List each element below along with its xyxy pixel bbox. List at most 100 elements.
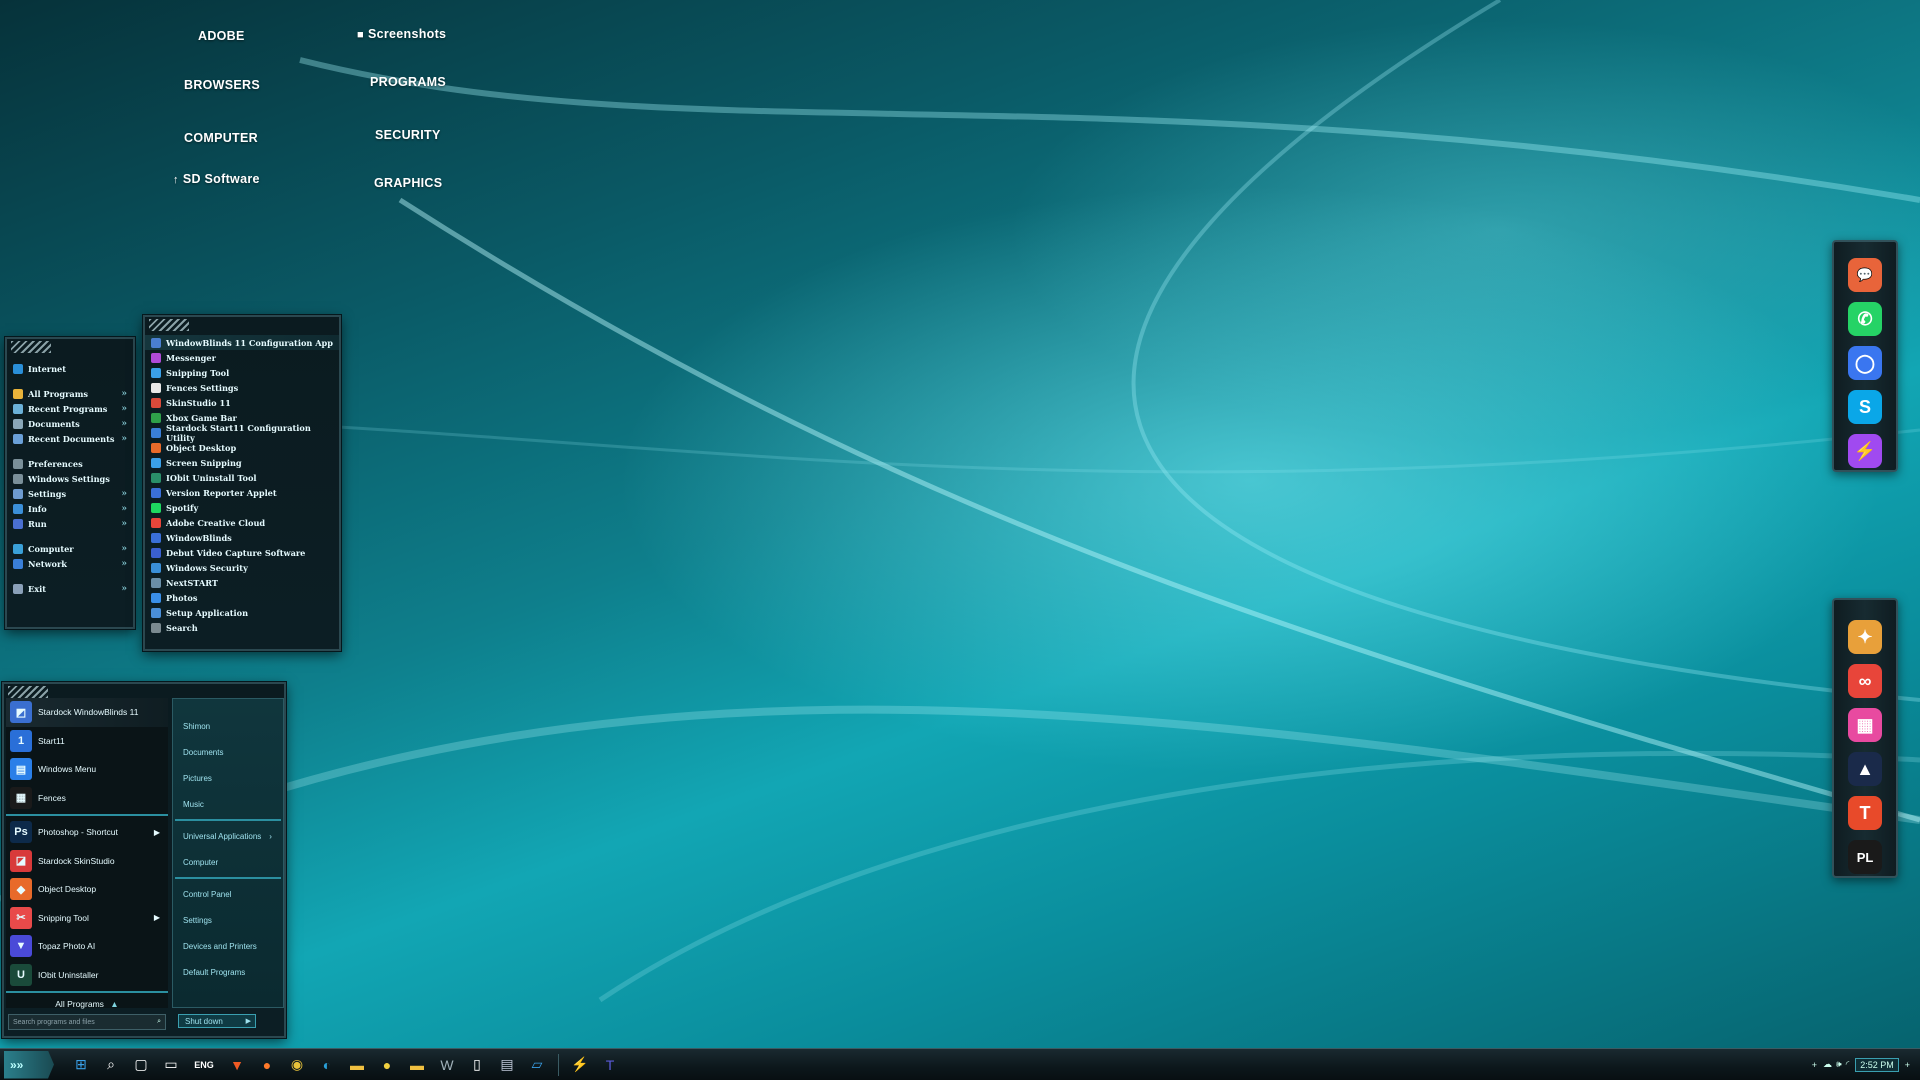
program-item-photos[interactable]: Photos	[145, 590, 339, 605]
paint-icon[interactable]: ●	[375, 1053, 399, 1077]
program-item-version-reporter-applet[interactable]: Version Reporter Applet	[145, 485, 339, 500]
program-item-adobe-creative-cloud[interactable]: Adobe Creative Cloud	[145, 515, 339, 530]
desktop-label-programs[interactable]: PROGRAMS	[370, 75, 446, 89]
film-icon[interactable]: ▤	[495, 1053, 519, 1077]
program-item-stardock-start11-configuration-utility[interactable]: Stardock Start11 Configuration Utility	[145, 423, 339, 443]
program-item-search[interactable]: Search	[145, 620, 339, 635]
start-item-windows-menu[interactable]: ▤ Windows Menu	[6, 755, 168, 784]
skype-icon[interactable]: S	[1848, 390, 1882, 424]
chrome-icon[interactable]: ◉	[285, 1053, 309, 1077]
task-view-icon[interactable]: ▢	[129, 1053, 153, 1077]
firefox-icon[interactable]: ●	[255, 1053, 279, 1077]
messenger-taskbar-icon[interactable]: ⚡	[568, 1053, 592, 1077]
program-item-windowblinds-11-configuration-app[interactable]: WindowBlinds 11 Configuration App	[145, 335, 339, 350]
program-item-debut-video-capture-software[interactable]: Debut Video Capture Software	[145, 545, 339, 560]
edge-icon[interactable]: ◐	[315, 1053, 339, 1077]
topaz-icon[interactable]: T	[1848, 796, 1882, 830]
folder-icon[interactable]: ▬	[405, 1053, 429, 1077]
wifi-icon[interactable]: ◜	[1846, 1059, 1850, 1070]
start-button[interactable]: »»	[4, 1050, 54, 1079]
teams-icon[interactable]: T	[598, 1053, 622, 1077]
start-right-item-universal-applications[interactable]: Universal Applications ›	[173, 823, 283, 849]
start-item-topaz-photo-ai[interactable]: ▼ Topaz Photo AI	[6, 932, 168, 961]
quick-menu-item-exit[interactable]: Exit »	[7, 581, 133, 596]
tray-expand-icon[interactable]: +	[1812, 1060, 1817, 1070]
all-programs-button[interactable]: All Programs ▲	[6, 999, 168, 1009]
program-item-nextstart[interactable]: NextSTART	[145, 575, 339, 590]
brave-icon[interactable]: ▼	[225, 1053, 249, 1077]
program-item-windowblinds[interactable]: WindowBlinds	[145, 530, 339, 545]
desktop-label-graphics[interactable]: GRAPHICS	[374, 176, 442, 190]
search-input[interactable]: Search programs and files ⌕	[8, 1014, 166, 1030]
program-item-screen-snipping[interactable]: Screen Snipping	[145, 455, 339, 470]
desktop-label-screenshots[interactable]: ■ Screenshots	[357, 27, 446, 41]
start-right-item-control-panel[interactable]: Control Panel	[173, 881, 283, 907]
shutdown-button[interactable]: Shut down ▶	[178, 1014, 256, 1028]
pinwheel-icon[interactable]: ✦	[1848, 620, 1882, 654]
quick-menu-item-run[interactable]: Run »	[7, 516, 133, 531]
quick-menu-item-recent-documents[interactable]: Recent Documents »	[7, 431, 133, 446]
desktop-label-adobe[interactable]: ADOBE	[198, 29, 245, 43]
start-right-item-shimon[interactable]: Shimon	[173, 713, 283, 739]
start-right-item-music[interactable]: Music	[173, 791, 283, 817]
desktop-label-computer[interactable]: COMPUTER	[184, 131, 258, 145]
start-right-item-documents[interactable]: Documents	[173, 739, 283, 765]
search-icon[interactable]: ⌕	[99, 1053, 123, 1077]
app-grid-icon[interactable]: ▦	[1848, 708, 1882, 742]
desktop-label-sd-software[interactable]: ↑ SD Software	[173, 172, 260, 186]
affinity-icon[interactable]: ▲	[1848, 752, 1882, 786]
program-item-spotify[interactable]: Spotify	[145, 500, 339, 515]
notepad-icon[interactable]: ▯	[465, 1053, 489, 1077]
messenger-icon[interactable]: ⚡	[1848, 434, 1882, 468]
whatsapp-icon[interactable]: ✆	[1848, 302, 1882, 336]
desktop-label-security[interactable]: SECURITY	[375, 128, 441, 142]
quick-menu-item-windows-settings[interactable]: Windows Settings	[7, 471, 133, 486]
start-item-iobit-uninstaller[interactable]: U IObit Uninstaller	[6, 961, 168, 990]
windows-start-icon[interactable]: ⊞	[69, 1053, 93, 1077]
start-right-item-default-programs[interactable]: Default Programs	[173, 959, 283, 985]
program-item-skinstudio-11[interactable]: SkinStudio 11	[145, 395, 339, 410]
program-item-fences-settings[interactable]: Fences Settings	[145, 380, 339, 395]
chat-bubbles-icon[interactable]: 💬	[1848, 258, 1882, 292]
language-indicator[interactable]: ENG	[189, 1053, 219, 1077]
clock[interactable]: 2:52 PM	[1855, 1057, 1899, 1072]
start-item-start11[interactable]: 1 Start11	[6, 727, 168, 756]
volume-icon[interactable]: 🕪	[1836, 1059, 1842, 1070]
start-item-stardock-skinstudio[interactable]: ◪ Stardock SkinStudio	[6, 847, 168, 876]
start-item-snipping-tool[interactable]: ✂ Snipping Tool ▶	[6, 904, 168, 933]
chat-icon[interactable]: ▭	[159, 1053, 183, 1077]
program-item-windows-security[interactable]: Windows Security	[145, 560, 339, 575]
signal-icon[interactable]: ◯	[1848, 346, 1882, 380]
start-right-item-settings[interactable]: Settings	[173, 907, 283, 933]
program-item-iobit-uninstall-tool[interactable]: IObit Uninstall Tool	[145, 470, 339, 485]
program-item-setup-application[interactable]: Setup Application	[145, 605, 339, 620]
start-right-item-pictures[interactable]: Pictures	[173, 765, 283, 791]
quick-menu-item-internet[interactable]: Internet	[7, 361, 133, 376]
start-item-object-desktop[interactable]: ◆ Object Desktop	[6, 875, 168, 904]
start-right-item-computer[interactable]: Computer	[173, 849, 283, 875]
quick-menu-item-preferences[interactable]: Preferences	[7, 456, 133, 471]
quick-menu-item-computer[interactable]: Computer »	[7, 541, 133, 556]
file-explorer-icon[interactable]: ▬	[345, 1053, 369, 1077]
system-tray: + ☁ 🕪 ◜ 2:52 PM +	[1812, 1057, 1910, 1072]
quick-menu-item-settings[interactable]: Settings »	[7, 486, 133, 501]
quick-menu-item-recent-programs[interactable]: Recent Programs »	[7, 401, 133, 416]
start-item-stardock-windowblinds-11[interactable]: ◩ Stardock WindowBlinds 11	[6, 698, 168, 727]
program-item-messenger[interactable]: Messenger	[145, 350, 339, 365]
desktop-label-browsers[interactable]: BROWSERS	[184, 78, 260, 92]
cloud-icon[interactable]: ☁	[1823, 1059, 1832, 1070]
screen-icon[interactable]: ▱	[525, 1053, 549, 1077]
start-item-label: IObit Uninstaller	[38, 969, 99, 980]
start-right-item-devices-and-printers[interactable]: Devices and Printers	[173, 933, 283, 959]
quick-menu-item-all-programs[interactable]: All Programs »	[7, 386, 133, 401]
start-item-photoshop-shortcut[interactable]: Ps Photoshop - Shortcut ▶	[6, 818, 168, 847]
wordpad-icon[interactable]: W	[435, 1053, 459, 1077]
start-item-fences[interactable]: ▦ Fences	[6, 784, 168, 813]
dxo-pl-icon[interactable]: PL	[1848, 840, 1882, 874]
show-desktop-button[interactable]: +	[1905, 1060, 1910, 1070]
program-item-snipping-tool[interactable]: Snipping Tool	[145, 365, 339, 380]
quick-menu-item-documents[interactable]: Documents »	[7, 416, 133, 431]
quick-menu-item-network[interactable]: Network »	[7, 556, 133, 571]
quick-menu-item-info[interactable]: Info »	[7, 501, 133, 516]
creative-cloud-icon[interactable]: ∞	[1848, 664, 1882, 698]
